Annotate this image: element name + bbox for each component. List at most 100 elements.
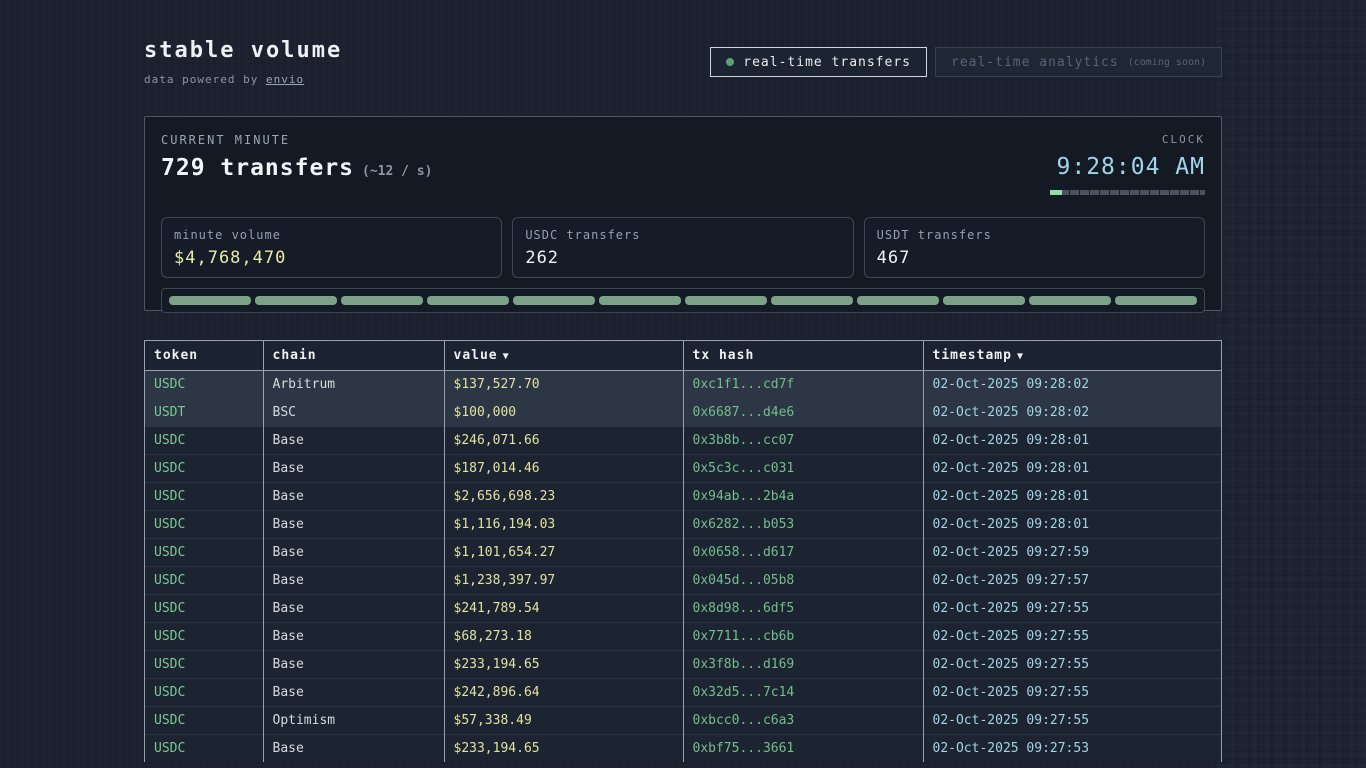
activity-segment xyxy=(513,296,595,305)
cell-time: 02-Oct-2025 09:27:55 xyxy=(923,678,1221,706)
clock-label: CLOCK xyxy=(1050,133,1205,146)
hero-top: CURRENT MINUTE 729 transfers (~12 / s) C… xyxy=(161,133,1205,199)
transfers-table-wrap: tokenchainvalue▼tx hashtimestamp▼ USDCAr… xyxy=(144,340,1222,762)
table-row: USDCBase$242,896.640x32d5...7c1402-Oct-2… xyxy=(145,678,1221,706)
coming-soon-badge: (coming soon) xyxy=(1128,57,1206,68)
cell-value: $187,014.46 xyxy=(444,454,683,482)
column-header-tx-hash: tx hash xyxy=(683,341,923,370)
column-header-chain: chain xyxy=(263,341,444,370)
cell-value: $233,194.65 xyxy=(444,734,683,762)
column-header-value[interactable]: value▼ xyxy=(444,341,683,370)
table-row: USDCBase$241,789.540x8d98...6df502-Oct-2… xyxy=(145,594,1221,622)
cell-chain: Arbitrum xyxy=(263,370,444,398)
cell-token: USDC xyxy=(145,678,263,706)
cell-token: USDC xyxy=(145,538,263,566)
sort-desc-icon: ▼ xyxy=(1017,351,1024,362)
transfers-table: tokenchainvalue▼tx hashtimestamp▼ USDCAr… xyxy=(145,341,1221,762)
stat-usdt-transfers: USDT transfers 467 xyxy=(864,217,1205,278)
table-row: USDCBase$1,101,654.270x0658...d61702-Oct… xyxy=(145,538,1221,566)
cell-hash[interactable]: 0x045d...05b8 xyxy=(683,566,923,594)
cell-token: USDC xyxy=(145,510,263,538)
stat-label: USDT transfers xyxy=(877,228,1192,242)
subtitle-text: data powered by xyxy=(144,73,266,86)
cell-value: $241,789.54 xyxy=(444,594,683,622)
column-header-token: token xyxy=(145,341,263,370)
subtitle: data powered by envio xyxy=(144,73,342,86)
cell-value: $57,338.49 xyxy=(444,706,683,734)
cell-value: $233,194.65 xyxy=(444,650,683,678)
table-row: USDCBase$1,238,397.970x045d...05b802-Oct… xyxy=(145,566,1221,594)
table-row: USDCBase$1,116,194.030x6282...b05302-Oct… xyxy=(145,510,1221,538)
cell-token: USDC xyxy=(145,482,263,510)
cell-hash[interactable]: 0x0658...d617 xyxy=(683,538,923,566)
cell-value: $68,273.18 xyxy=(444,622,683,650)
activity-segment xyxy=(1029,296,1111,305)
current-minute-label: CURRENT MINUTE xyxy=(161,133,432,147)
cell-chain: Base xyxy=(263,566,444,594)
cell-chain: Base xyxy=(263,538,444,566)
cell-hash[interactable]: 0x7711...cb6b xyxy=(683,622,923,650)
cell-hash[interactable]: 0x6687...d4e6 xyxy=(683,398,923,426)
cell-time: 02-Oct-2025 09:27:55 xyxy=(923,622,1221,650)
cell-hash[interactable]: 0x5c3c...c031 xyxy=(683,454,923,482)
stat-label: USDC transfers xyxy=(525,228,840,242)
cell-chain: Base xyxy=(263,454,444,482)
cell-hash[interactable]: 0xbf75...3661 xyxy=(683,734,923,762)
cell-time: 02-Oct-2025 09:28:01 xyxy=(923,454,1221,482)
cell-token: USDC xyxy=(145,426,263,454)
activity-segment xyxy=(685,296,767,305)
activity-segment xyxy=(169,296,251,305)
table-body: USDCArbitrum$137,527.700xc1f1...cd7f02-O… xyxy=(145,370,1221,762)
minute-progress-fill xyxy=(1050,190,1062,195)
table-row: USDCOptimism$57,338.490xbcc0...c6a302-Oc… xyxy=(145,706,1221,734)
clock-time: 9:28:04 AM xyxy=(1050,154,1205,180)
stat-minute-volume: minute volume $4,768,470 xyxy=(161,217,502,278)
cell-token: USDC xyxy=(145,622,263,650)
table-row: USDCBase$68,273.180x7711...cb6b02-Oct-20… xyxy=(145,622,1221,650)
tab-bar: real-time transfers real-time analytics … xyxy=(710,47,1222,77)
cell-value: $1,101,654.27 xyxy=(444,538,683,566)
cell-hash[interactable]: 0x3f8b...d169 xyxy=(683,650,923,678)
cell-value: $1,116,194.03 xyxy=(444,510,683,538)
cell-hash[interactable]: 0x32d5...7c14 xyxy=(683,678,923,706)
stat-label: minute volume xyxy=(174,228,489,242)
table-row: USDTBSC$100,0000x6687...d4e602-Oct-2025 … xyxy=(145,398,1221,426)
tab-realtime-analytics[interactable]: real-time analytics (coming soon) xyxy=(935,47,1222,77)
cell-token: USDC xyxy=(145,454,263,482)
cell-time: 02-Oct-2025 09:27:53 xyxy=(923,734,1221,762)
cell-hash[interactable]: 0x3b8b...cc07 xyxy=(683,426,923,454)
cell-token: USDT xyxy=(145,398,263,426)
stat-value: 467 xyxy=(877,248,1192,268)
cell-time: 02-Oct-2025 09:27:59 xyxy=(923,538,1221,566)
cell-value: $2,656,698.23 xyxy=(444,482,683,510)
minute-progress-bar xyxy=(1050,190,1205,195)
cell-time: 02-Oct-2025 09:27:55 xyxy=(923,594,1221,622)
activity-segment xyxy=(857,296,939,305)
cell-chain: Base xyxy=(263,510,444,538)
tab-label: real-time analytics xyxy=(951,55,1119,70)
column-header-timestamp[interactable]: timestamp▼ xyxy=(923,341,1221,370)
envio-link[interactable]: envio xyxy=(266,73,304,86)
cell-token: USDC xyxy=(145,594,263,622)
current-minute-panel: CURRENT MINUTE 729 transfers (~12 / s) C… xyxy=(144,116,1222,311)
cell-time: 02-Oct-2025 09:28:01 xyxy=(923,426,1221,454)
cell-chain: BSC xyxy=(263,398,444,426)
table-header-row: tokenchainvalue▼tx hashtimestamp▼ xyxy=(145,341,1221,370)
app-shell: stable volume data powered by envio real… xyxy=(144,0,1222,762)
background-texture xyxy=(1216,0,1366,768)
cell-hash[interactable]: 0x94ab...2b4a xyxy=(683,482,923,510)
branding: stable volume data powered by envio xyxy=(144,38,342,86)
table-row: USDCBase$187,014.460x5c3c...c03102-Oct-2… xyxy=(145,454,1221,482)
activity-segment xyxy=(427,296,509,305)
tab-realtime-transfers[interactable]: real-time transfers xyxy=(710,47,927,77)
cell-hash[interactable]: 0xc1f1...cd7f xyxy=(683,370,923,398)
sort-desc-icon: ▼ xyxy=(503,351,510,362)
cell-hash[interactable]: 0x6282...b053 xyxy=(683,510,923,538)
activity-segment xyxy=(943,296,1025,305)
cell-chain: Base xyxy=(263,678,444,706)
cell-time: 02-Oct-2025 09:28:01 xyxy=(923,482,1221,510)
cell-chain: Base xyxy=(263,622,444,650)
transfer-counter: CURRENT MINUTE 729 transfers (~12 / s) xyxy=(161,133,432,199)
cell-hash[interactable]: 0xbcc0...c6a3 xyxy=(683,706,923,734)
cell-hash[interactable]: 0x8d98...6df5 xyxy=(683,594,923,622)
